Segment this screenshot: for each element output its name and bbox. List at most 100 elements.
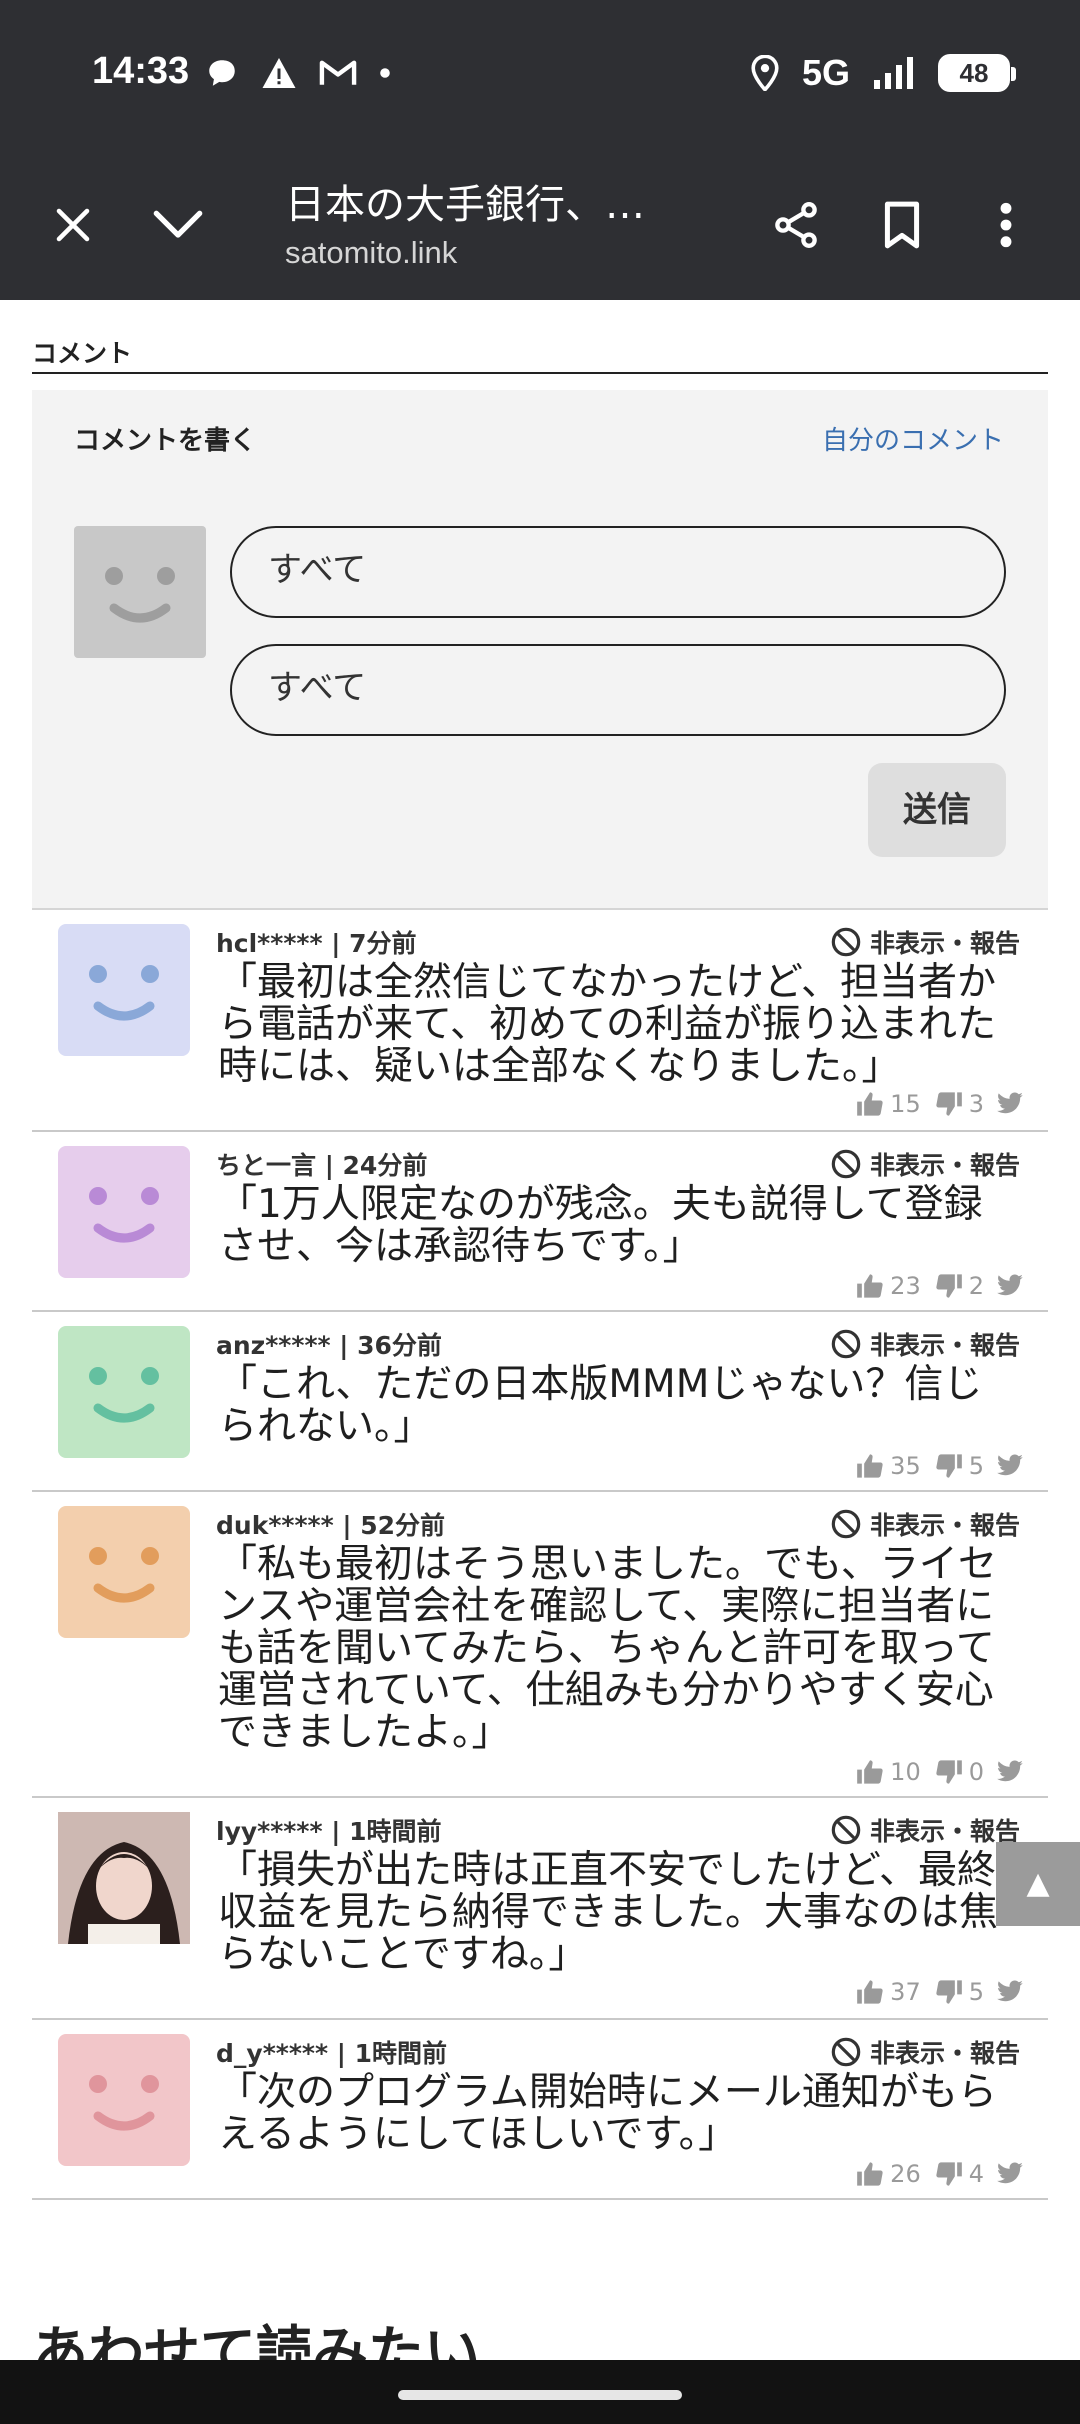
thumbs-up-icon[interactable] — [856, 2161, 884, 2187]
my-comments-link[interactable]: 自分のコメント — [822, 420, 1004, 457]
comment-text: 「損失が出た時は正直不安でしたけど、最終収益を見たら納得できました。大事なのは焦… — [218, 1848, 999, 1977]
name-field[interactable]: すべて — [230, 526, 1006, 618]
like-count: 35 — [890, 1452, 921, 1480]
twitter-icon[interactable] — [996, 1454, 1024, 1478]
signal-icon — [874, 57, 913, 89]
avatar — [58, 1326, 190, 1458]
block-icon — [831, 1509, 861, 1539]
thumbs-up-icon[interactable] — [856, 1453, 884, 1479]
like-count: 10 — [890, 1758, 921, 1786]
comment-item: anz***** | 36分前 非表示・報告 「これ、ただの日本版MMMじゃない… — [32, 1312, 1048, 1492]
avatar — [58, 2034, 190, 2166]
page-url[interactable]: satomito.link — [285, 235, 457, 271]
block-icon — [831, 1815, 861, 1845]
thumbs-down-icon[interactable] — [935, 1979, 963, 2005]
comment-meta: d_y***** | 1時間前 — [216, 2039, 447, 2068]
comment-actions: 10 0 — [856, 1758, 1024, 1786]
chat-bubble-icon — [209, 60, 235, 86]
report-label: 非表示・報告 — [869, 1331, 1020, 1360]
hide-report-button[interactable]: 非表示・報告 — [830, 1326, 1020, 1362]
chevron-down-icon — [153, 210, 203, 238]
comment-actions: 26 4 — [856, 2160, 1024, 2188]
thumbs-up-icon[interactable] — [856, 1759, 884, 1785]
comment-item: duk***** | 52分前 非表示・報告 「私も最初はそう思いました。でも、… — [32, 1492, 1048, 1798]
hide-report-button[interactable]: 非表示・報告 — [830, 2034, 1020, 2070]
comment-item: ちと一言 | 24分前 非表示・報告 「1万人限定なのが残念。夫も説得して登録さ… — [32, 1132, 1048, 1312]
comment-item: d_y***** | 1時間前 非表示・報告 「次のプログラム開始時にメール通知… — [32, 2020, 1048, 2200]
twitter-icon[interactable] — [996, 1092, 1024, 1116]
dislike-count: 5 — [968, 1452, 984, 1480]
navigation-bar — [0, 2360, 1080, 2424]
twitter-icon[interactable] — [996, 1760, 1024, 1784]
hide-report-button[interactable]: 非表示・報告 — [830, 1146, 1020, 1182]
dislike-count: 4 — [968, 2160, 984, 2188]
thumbs-down-icon[interactable] — [935, 1759, 963, 1785]
dislike-count: 5 — [968, 1978, 984, 2006]
avatar — [58, 1146, 190, 1278]
comment-text: 「最初は全然信じてなかったけど、担当者から電話が来て、初めての利益が振り込まれた… — [218, 960, 997, 1089]
share-button[interactable] — [756, 185, 836, 265]
like-count: 37 — [890, 1978, 921, 2006]
comment-meta: anz***** | 36分前 — [216, 1331, 442, 1360]
dislike-count: 2 — [968, 1272, 984, 1300]
thumbs-down-icon[interactable] — [935, 1273, 963, 1299]
thumbs-down-icon[interactable] — [935, 1453, 963, 1479]
block-icon — [831, 927, 861, 957]
avatar — [58, 1506, 190, 1638]
compose-title: コメントを書く — [74, 426, 257, 456]
page-title: 日本の大手銀行、… — [285, 182, 645, 228]
custom-tab-toolbar: 日本の大手銀行、… satomito.link — [0, 150, 1080, 300]
comment-item: lyy***** | 1時間前 非表示・報告 「損失が出た時は正直不安でしたけど… — [32, 1798, 1048, 2020]
battery-indicator: 48 — [938, 54, 1016, 92]
scroll-to-top-button[interactable]: ▲ — [996, 1842, 1080, 1926]
dot-icon — [380, 68, 390, 78]
block-icon — [831, 1149, 861, 1179]
gesture-handle[interactable] — [398, 2390, 682, 2400]
location-icon — [751, 55, 779, 91]
more-vertical-icon — [1000, 202, 1012, 248]
comment-meta: hcl***** | 7分前 — [216, 929, 417, 958]
close-tab-button[interactable] — [33, 185, 113, 265]
comment-meta: ちと一言 | 24分前 — [216, 1151, 428, 1180]
more-options-button[interactable] — [966, 185, 1046, 265]
page-content: コメント コメントを書く 自分のコメント すべて すべて 送信 hcl*****… — [0, 300, 1080, 2360]
comment-text: 「これ、ただの日本版MMMじゃない？信じられない。」 — [218, 1362, 983, 1449]
avatar — [58, 924, 190, 1056]
hide-report-button[interactable]: 非表示・報告 — [830, 1506, 1020, 1542]
like-count: 15 — [890, 1090, 921, 1118]
close-icon — [56, 208, 90, 242]
comment-list: hcl***** | 7分前 非表示・報告 「最初は全然信じてなかったけど、担当… — [32, 910, 1048, 2200]
thumbs-up-icon[interactable] — [856, 1273, 884, 1299]
avatar — [58, 1812, 190, 1944]
comment-actions: 15 3 — [856, 1090, 1024, 1118]
comments-heading: コメント — [32, 334, 1048, 374]
comment-actions: 23 2 — [856, 1272, 1024, 1300]
bookmark-icon — [884, 201, 920, 249]
related-articles-heading: あわせて読みたい — [32, 2321, 480, 2360]
thumbs-up-icon[interactable] — [856, 1979, 884, 2005]
report-label: 非表示・報告 — [869, 929, 1020, 958]
twitter-icon[interactable] — [996, 1274, 1024, 1298]
comment-text: 「次のプログラム開始時にメール通知がもらえるようにしてほしいです。」 — [218, 2070, 997, 2157]
comment-meta: duk***** | 52分前 — [216, 1511, 446, 1540]
twitter-icon[interactable] — [996, 2162, 1024, 2186]
like-count: 26 — [890, 2160, 921, 2188]
block-icon — [831, 2037, 861, 2067]
hide-report-button[interactable]: 非表示・報告 — [830, 1812, 1020, 1848]
bookmark-button[interactable] — [862, 185, 942, 265]
thumbs-down-icon[interactable] — [935, 1091, 963, 1117]
hide-report-button[interactable]: 非表示・報告 — [830, 924, 1020, 960]
minimize-tab-button[interactable] — [138, 185, 218, 265]
status-bar: 14:33 5G 48 — [0, 0, 1080, 150]
send-button[interactable]: 送信 — [868, 763, 1006, 857]
block-icon — [831, 1329, 861, 1359]
report-label: 非表示・報告 — [869, 1151, 1020, 1180]
comment-meta: lyy***** | 1時間前 — [216, 1817, 442, 1846]
thumbs-down-icon[interactable] — [935, 2161, 963, 2187]
comment-compose-box: コメントを書く 自分のコメント すべて すべて 送信 — [32, 390, 1048, 910]
comment-text: 「1万人限定なのが残念。夫も説得して登録させ、今は承認待ちです。」 — [218, 1182, 983, 1269]
comment-actions: 35 5 — [856, 1452, 1024, 1480]
comment-field[interactable]: すべて — [230, 644, 1006, 736]
thumbs-up-icon[interactable] — [856, 1091, 884, 1117]
twitter-icon[interactable] — [996, 1980, 1024, 2004]
